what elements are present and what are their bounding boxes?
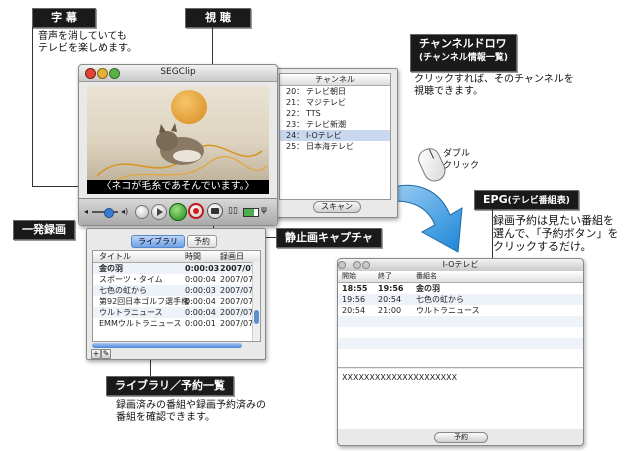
- channel-item[interactable]: 21： マジテレビ: [280, 97, 390, 108]
- antenna-icon: ψ: [261, 205, 267, 215]
- channel-number: 22：: [286, 109, 305, 118]
- epg-description: XXXXXXXXXXXXXXXXXXXXX: [338, 369, 583, 429]
- channel-item[interactable]: 23： テレビ新潮: [280, 119, 390, 130]
- subtitle-bar: 〈ネコが毛糸であそんでいます。〉: [87, 180, 269, 194]
- channel-name: I-Oテレビ: [306, 131, 342, 140]
- player-titlebar[interactable]: SEGClip: [79, 65, 277, 82]
- scan-button[interactable]: スキャン: [313, 201, 361, 213]
- channel-name: 日本海テレビ: [306, 142, 354, 151]
- epg-cell: 19:56: [342, 295, 366, 304]
- add-button[interactable]: +: [91, 349, 101, 359]
- play-icon[interactable]: [151, 204, 167, 220]
- epg-cell: 18:55: [342, 284, 368, 293]
- channel-name: テレビ朝日: [306, 87, 346, 96]
- table-row[interactable]: スポーツ・タイム0:00:042007/07/10: [93, 274, 260, 285]
- video-area[interactable]: [87, 86, 269, 189]
- epg-cell: 20:54: [378, 295, 402, 304]
- speaker-high-icon: ◂): [121, 207, 129, 216]
- channel-drawer-desc: クリックすれば、そのチャンネルを 視聴できます。: [414, 74, 574, 97]
- channel-number: 24：: [286, 131, 305, 140]
- channel-item[interactable]: 20： テレビ朝日: [280, 86, 390, 97]
- library-progress: [92, 343, 242, 348]
- table-cell: 0:00:03: [185, 264, 220, 273]
- book-icon[interactable]: ▯▯: [228, 206, 238, 216]
- table-row[interactable]: ウルトラニュース0:00:042007/07/10: [93, 307, 260, 318]
- volume-slider[interactable]: [92, 208, 118, 218]
- battery-icon: [243, 208, 259, 217]
- epg-cell: 20:54: [342, 306, 366, 315]
- signal-icon[interactable]: [169, 203, 187, 221]
- reserve-button[interactable]: 予約: [434, 432, 488, 443]
- epg-cell: 金の羽: [416, 284, 440, 293]
- rewind-icon[interactable]: [135, 205, 149, 219]
- player-title: SEGClip: [160, 67, 196, 77]
- camera-icon[interactable]: [207, 203, 223, 219]
- subtitle-callout: 字 幕: [32, 8, 96, 28]
- tab-library[interactable]: ライブラリ: [131, 235, 185, 248]
- library-scrollbar[interactable]: [252, 262, 260, 341]
- table-cell: 七色の虹から: [99, 286, 147, 295]
- table-cell: 第92回日本ゴルフ選手権: [99, 297, 190, 306]
- channel-drawer: チャンネル 20： テレビ朝日 21： マジテレビ 22： TTS 23： テレビ新潮 24： I…: [272, 68, 398, 218]
- library-header: タイトル 時間 録画日: [93, 251, 260, 263]
- channel-item[interactable]: 25： 日本海テレビ: [280, 141, 390, 152]
- channel-number: 20：: [286, 87, 305, 96]
- table-row[interactable]: 第92回日本ゴルフ選手権0:00:042007/07/10: [93, 296, 260, 307]
- epg-window: I-Oテレビ 開始 終了 番組名 18:55 19:56 金の羽 19:56 20:54…: [337, 258, 584, 446]
- epg-row[interactable]: 19:56 20:54 七色の虹から: [338, 294, 583, 305]
- table-cell: ウルトラニュース: [99, 308, 163, 317]
- viewing-callout: 視 聴: [185, 8, 251, 28]
- epg-cell: 19:56: [378, 284, 404, 293]
- epg-desc: 録画予約は見たい番組を 選んで、「予約ボタン」を クリックするだけ。: [493, 214, 619, 253]
- channel-number: 25：: [286, 142, 305, 151]
- channel-name: テレビ新潮: [306, 120, 346, 129]
- epg-header: 開始 終了 番組名: [338, 271, 583, 283]
- channel-item[interactable]: 22： TTS: [280, 108, 390, 119]
- table-row[interactable]: 金の羽0:00:032007/07/10: [93, 263, 260, 274]
- channel-number: 23：: [286, 120, 305, 129]
- library-desc: 録画済みの番組や録画予約済みの 番組を確認できます。: [116, 400, 266, 423]
- table-cell: スポーツ・タイム: [99, 275, 163, 284]
- table-cell: 0:00:03: [185, 286, 216, 295]
- channel-name: マジテレビ: [306, 98, 346, 107]
- epg-cell: 21:00: [378, 306, 402, 315]
- library-window: ライブラリ 予約 タイトル 時間 録画日 金の羽0:00:032007/07/1…: [86, 228, 266, 360]
- channel-drawer-callout: チャンネルドロワ (チャンネル情報一覧): [410, 34, 517, 72]
- channel-name: TTS: [306, 109, 321, 118]
- player-window: SEGClip 〈ネコが毛糸であそんでいます。〉 ◂ ◂) ▯▯ ψ: [78, 64, 278, 226]
- edit-button[interactable]: ✎: [101, 349, 111, 359]
- epg-callout: EPG(テレビ番組表): [474, 190, 579, 210]
- channel-number: 21：: [286, 98, 305, 107]
- table-cell: 0:00:04: [185, 275, 216, 284]
- table-cell: 0:00:04: [185, 308, 216, 317]
- epg-row[interactable]: 18:55 19:56 金の羽: [338, 283, 583, 294]
- record-callout: 一発録画: [13, 220, 75, 240]
- channel-item[interactable]: 24： I-Oテレビ: [280, 130, 390, 141]
- library-callout: ライブラリ／予約一覧: [106, 376, 234, 396]
- tab-reservation[interactable]: 予約: [187, 235, 217, 248]
- table-row[interactable]: 七色の虹から0:00:032007/07/10: [93, 285, 260, 296]
- epg-title: I-Oテレビ: [442, 260, 479, 269]
- epg-row[interactable]: 20:54 21:00 ウルトラニュース: [338, 305, 583, 316]
- subtitle-desc: 音声を消していても テレビを楽しめます。: [38, 31, 137, 54]
- table-cell: 0:00:01: [185, 319, 216, 328]
- speaker-low-icon: ◂: [84, 207, 89, 216]
- capture-callout: 静止画キャプチャ: [276, 228, 382, 248]
- control-bar: ◂ ◂) ▯▯ ψ: [79, 198, 277, 225]
- table-cell: 金の羽: [99, 264, 123, 273]
- table-cell: EMMウルトラニュース: [99, 319, 182, 328]
- channel-header: チャンネル: [280, 74, 390, 86]
- record-icon[interactable]: [188, 203, 204, 219]
- table-cell: 0:00:04: [185, 297, 216, 306]
- epg-cell: ウルトラニュース: [416, 306, 480, 315]
- epg-cell: 七色の虹から: [416, 295, 464, 304]
- table-row[interactable]: EMMウルトラニュース0:00:012007/07/10: [93, 318, 260, 329]
- double-click-desc: ダブル クリック: [443, 149, 480, 171]
